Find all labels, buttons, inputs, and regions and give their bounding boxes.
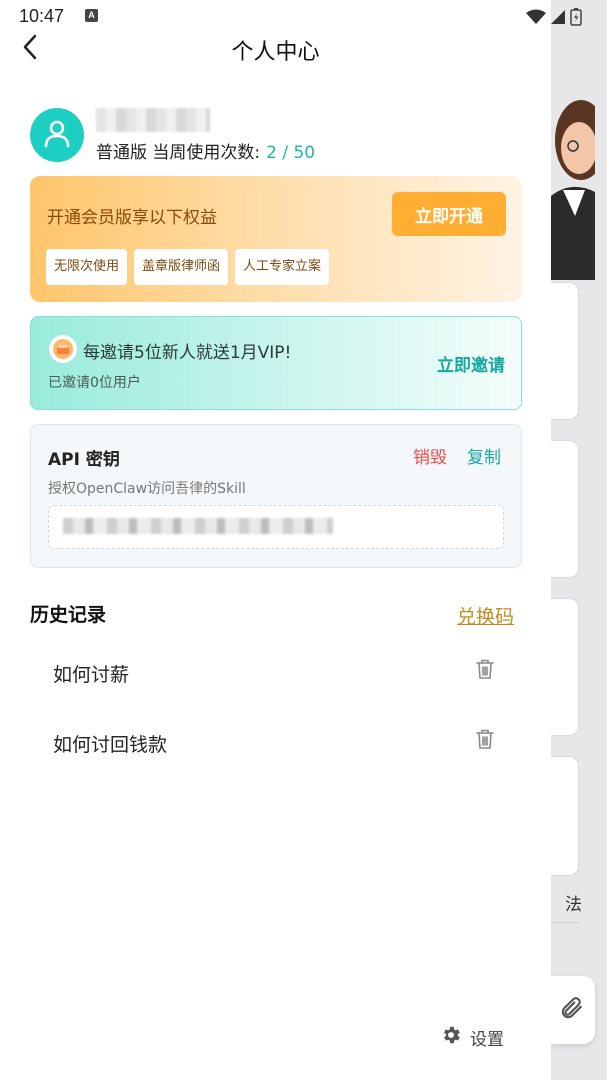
settings-button[interactable]: 设置: [440, 1024, 504, 1050]
open-vip-button[interactable]: 立即开通: [392, 192, 506, 236]
notification-icon: A: [85, 9, 98, 22]
invite-now-button[interactable]: 立即邀请: [437, 351, 505, 376]
status-time: 10:47: [19, 6, 65, 26]
history-item-title: 如何讨回钱款: [53, 734, 168, 756]
background-partial-text: 法: [565, 895, 582, 915]
invite-title: 每邀请5位新人就送1月VIP!: [83, 343, 292, 363]
vip-benefit-tags: 无限次使用 盖章版律师函 人工专家立案: [46, 249, 330, 285]
assistant-avatar-image: [551, 96, 595, 280]
background-card: [551, 756, 579, 876]
api-key-blurred-value: [63, 518, 333, 534]
history-item-title: 如何讨薪: [53, 664, 130, 686]
api-key-card: API 密钥 销毁 复制 授权OpenClaw访问吾律的Skill: [30, 424, 522, 568]
trash-icon: [475, 728, 495, 754]
invite-count: 已邀请0位用户: [48, 375, 141, 391]
status-bar: 10:47 A: [0, 0, 607, 34]
background-card: [551, 440, 579, 578]
background-card: [551, 598, 579, 736]
benefit-tag: 盖章版律师函: [134, 249, 229, 285]
invite-banner[interactable]: 每邀请5位新人就送1月VIP! 已邀请0位用户 立即邀请: [30, 316, 522, 410]
profile-drawer: 个人中心 普通版 当周使用次数: 2 / 50 开通会员版享以下权益 立即开通 无…: [0, 0, 551, 1080]
api-key-title: API 密钥: [48, 450, 120, 470]
user-icon: [42, 118, 72, 152]
top-bar: 个人中心: [0, 30, 551, 68]
username-blurred: [96, 108, 210, 132]
vip-title: 开通会员版享以下权益: [47, 208, 217, 228]
wifi-icon: [526, 9, 546, 29]
history-item[interactable]: 如何讨薪: [53, 652, 513, 692]
history-title: 历史记录: [30, 604, 107, 626]
system-icons: [526, 8, 582, 30]
background-divider: [551, 922, 579, 923]
background-card: [551, 282, 579, 420]
signal-icon: [550, 9, 566, 29]
battery-icon: [570, 8, 582, 30]
plan-label: 普通版 当周使用次数:: [96, 143, 261, 163]
attachment-button[interactable]: [551, 976, 595, 1044]
usage-info: 普通版 当周使用次数: 2 / 50: [96, 138, 315, 163]
benefit-tag: 无限次使用: [46, 249, 128, 285]
api-key-field[interactable]: [48, 505, 504, 549]
gear-icon: [440, 1024, 462, 1050]
settings-label: 设置: [470, 1029, 504, 1050]
api-key-description: 授权OpenClaw访问吾律的Skill: [48, 481, 246, 497]
trash-icon: [475, 658, 495, 684]
redeem-code-link[interactable]: 兑换码: [457, 602, 514, 629]
delete-history-button[interactable]: [473, 658, 497, 684]
usage-count: 2 / 50: [266, 143, 316, 163]
history-item[interactable]: 如何讨回钱款: [53, 722, 513, 762]
gift-icon: [49, 335, 77, 363]
vip-banner: 开通会员版享以下权益 立即开通 无限次使用 盖章版律师函 人工专家立案: [30, 176, 522, 302]
destroy-key-button[interactable]: 销毁: [413, 443, 447, 468]
profile-section: 普通版 当周使用次数: 2 / 50: [30, 108, 530, 168]
copy-key-button[interactable]: 复制: [467, 443, 501, 468]
benefit-tag: 人工专家立案: [235, 249, 330, 285]
page-title: 个人中心: [231, 40, 320, 65]
paperclip-icon: [558, 995, 584, 1025]
avatar[interactable]: [30, 108, 84, 162]
delete-history-button[interactable]: [473, 728, 497, 754]
